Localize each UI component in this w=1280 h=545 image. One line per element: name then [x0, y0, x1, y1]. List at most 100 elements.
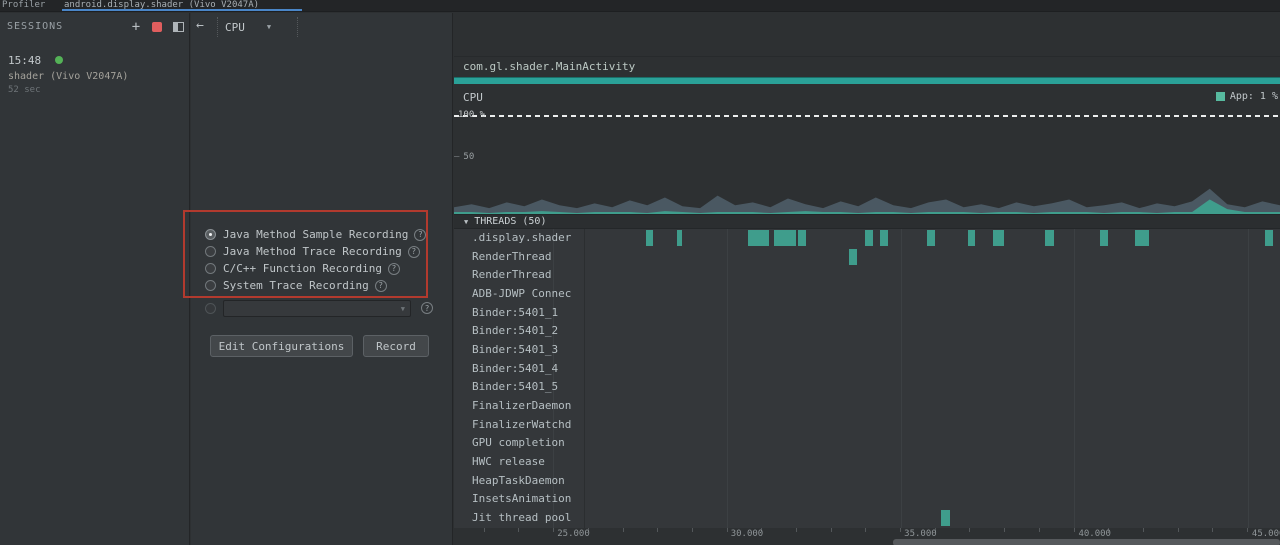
cpu-section-label: CPU: [463, 91, 483, 104]
recording-option-row[interactable]: Java Method Trace Recording?: [205, 243, 445, 260]
cpu-chart-svg: [454, 188, 1280, 214]
recording-option-row[interactable]: Java Method Sample Recording?: [205, 226, 445, 243]
thread-activity-block: [748, 230, 769, 246]
help-icon[interactable]: ?: [374, 279, 387, 292]
recording-option-row[interactable]: C/C++ Function Recording?: [205, 260, 445, 277]
thread-row[interactable]: ADB-JDWP Connec: [454, 285, 1280, 304]
thread-activity-block: [645, 230, 654, 246]
edit-configurations-button[interactable]: Edit Configurations: [210, 335, 353, 357]
thread-name: RenderThread: [472, 249, 552, 263]
record-button[interactable]: Record: [363, 335, 429, 357]
help-icon[interactable]: ?: [387, 262, 400, 275]
axis-tick: [1004, 528, 1006, 532]
radio-button[interactable]: [205, 280, 216, 291]
recording-option-label: Java Method Trace Recording: [223, 245, 402, 258]
thread-name: FinalizerWatchd: [472, 417, 572, 431]
collapse-triangle-icon: ▼: [464, 217, 469, 226]
thread-row[interactable]: Binder:5401_4: [454, 360, 1280, 379]
activity-lifecycle-bar: [454, 77, 1280, 84]
thread-name: Binder:5401_1: [472, 305, 559, 319]
axis-tick: [1246, 528, 1248, 532]
profiler-view-value: CPU: [225, 20, 245, 34]
thread-name: GPU completion: [472, 436, 565, 450]
thread-activity-block: [1135, 230, 1149, 246]
threads-section-header[interactable]: ▼ THREADS (50): [454, 214, 1280, 229]
axis-tick: [1038, 528, 1040, 532]
axis-tick: [830, 528, 832, 532]
axis-tick: [865, 528, 867, 532]
session-list-item[interactable]: 15:48 shader (Vivo V2047A) 52 sec: [0, 41, 189, 95]
activity-timeline-row: com.gl.shader.MainActivity: [454, 56, 1280, 77]
radio-button[interactable]: [205, 229, 216, 240]
thread-row[interactable]: GPU completion: [454, 434, 1280, 453]
cpu-usage-chart[interactable]: 100 % 50: [454, 108, 1280, 214]
activity-name: com.gl.shader.MainActivity: [463, 60, 636, 73]
cpu-options-panel: ← CPU ▼ Java Method Sample Recording? Jav…: [191, 13, 453, 545]
recording-option-label: Java Method Sample Recording: [223, 228, 409, 241]
thread-name: RenderThread: [472, 268, 552, 282]
thread-activity-block: [1045, 230, 1054, 246]
tab-profiler[interactable]: Profiler: [2, 0, 45, 10]
recording-option-label: System Trace Recording: [223, 279, 369, 292]
thread-name: FinalizerDaemon: [472, 399, 572, 413]
axis-time-label: 45.000: [1251, 529, 1280, 539]
time-axis: 25.000 30.000 35.000 40.000 45.000: [454, 528, 1280, 539]
thread-name: ADB-JDWP Connec: [472, 287, 572, 301]
sessions-header: SESSIONS +: [0, 13, 189, 41]
help-icon[interactable]: ?: [421, 302, 433, 314]
scrollbar-thumb[interactable]: [892, 539, 1280, 545]
thread-row[interactable]: InsetsAnimation: [454, 490, 1280, 509]
top-tab-bar: Profiler android.display.shader (Vivo V2…: [0, 0, 1280, 12]
thread-activity-block: [993, 230, 1005, 246]
thread-row[interactable]: Binder:5401_3: [454, 341, 1280, 360]
axis-tick: [1212, 528, 1214, 532]
thread-row[interactable]: Binder:5401_2: [454, 322, 1280, 341]
radio-button[interactable]: [205, 246, 216, 257]
help-icon[interactable]: ?: [407, 245, 420, 258]
thread-name: InsetsAnimation: [472, 492, 572, 506]
custom-config-dropdown[interactable]: ▼: [223, 299, 411, 317]
thread-row[interactable]: RenderThread: [454, 248, 1280, 267]
thread-row[interactable]: Binder:5401_1: [454, 304, 1280, 323]
thread-activity-block: [865, 230, 873, 246]
thread-name: Binder:5401_5: [472, 380, 559, 394]
radio-button[interactable]: [205, 263, 216, 274]
axis-tick: [657, 528, 659, 532]
session-live-dot: [54, 55, 63, 64]
custom-config-radio[interactable]: [205, 302, 216, 314]
thread-activity-block: [848, 248, 858, 265]
thread-row[interactable]: FinalizerDaemon: [454, 397, 1280, 416]
thread-row[interactable]: Binder:5401_5: [454, 378, 1280, 397]
cpu-section-header: CPU App: 1 %: [454, 84, 1280, 108]
thread-activity-block: [1099, 230, 1109, 246]
thread-name: Binder:5401_3: [472, 343, 559, 357]
session-time: 15:48: [8, 54, 42, 67]
session-name: shader (Vivo V2047A): [8, 71, 129, 82]
thread-row[interactable]: .display.shader: [454, 229, 1280, 248]
toolbar-separator: [297, 17, 298, 37]
threads-header-label: THREADS (50): [474, 216, 547, 227]
collapse-panel-icon[interactable]: [170, 19, 186, 35]
axis-tick: [969, 528, 971, 532]
thread-row[interactable]: HeapTaskDaemon: [454, 472, 1280, 491]
horizontal-scrollbar: [454, 539, 1280, 545]
thread-activity-block: [927, 230, 935, 246]
thread-row[interactable]: FinalizerWatchd: [454, 416, 1280, 435]
add-session-icon[interactable]: +: [128, 19, 144, 35]
thread-row[interactable]: RenderThread: [454, 266, 1280, 285]
help-icon[interactable]: ?: [414, 228, 427, 241]
thread-name: HeapTaskDaemon: [472, 473, 565, 487]
y-axis-100-label: 100 %: [458, 110, 486, 120]
recording-option-row[interactable]: System Trace Recording?: [205, 277, 445, 294]
axis-tick: [726, 528, 728, 532]
stop-session-icon[interactable]: [149, 19, 165, 35]
axis-tick: [1073, 528, 1075, 532]
axis-tick: [622, 528, 624, 532]
profiler-view-dropdown[interactable]: CPU ▼: [225, 17, 291, 37]
back-arrow-icon[interactable]: ←: [196, 18, 204, 33]
axis-tick: [1142, 528, 1144, 532]
thread-row[interactable]: HWC release: [454, 453, 1280, 472]
thread-activity-block: [941, 510, 951, 527]
thread-row[interactable]: Jit thread pool: [454, 509, 1280, 528]
active-tab-underline: [62, 9, 302, 11]
